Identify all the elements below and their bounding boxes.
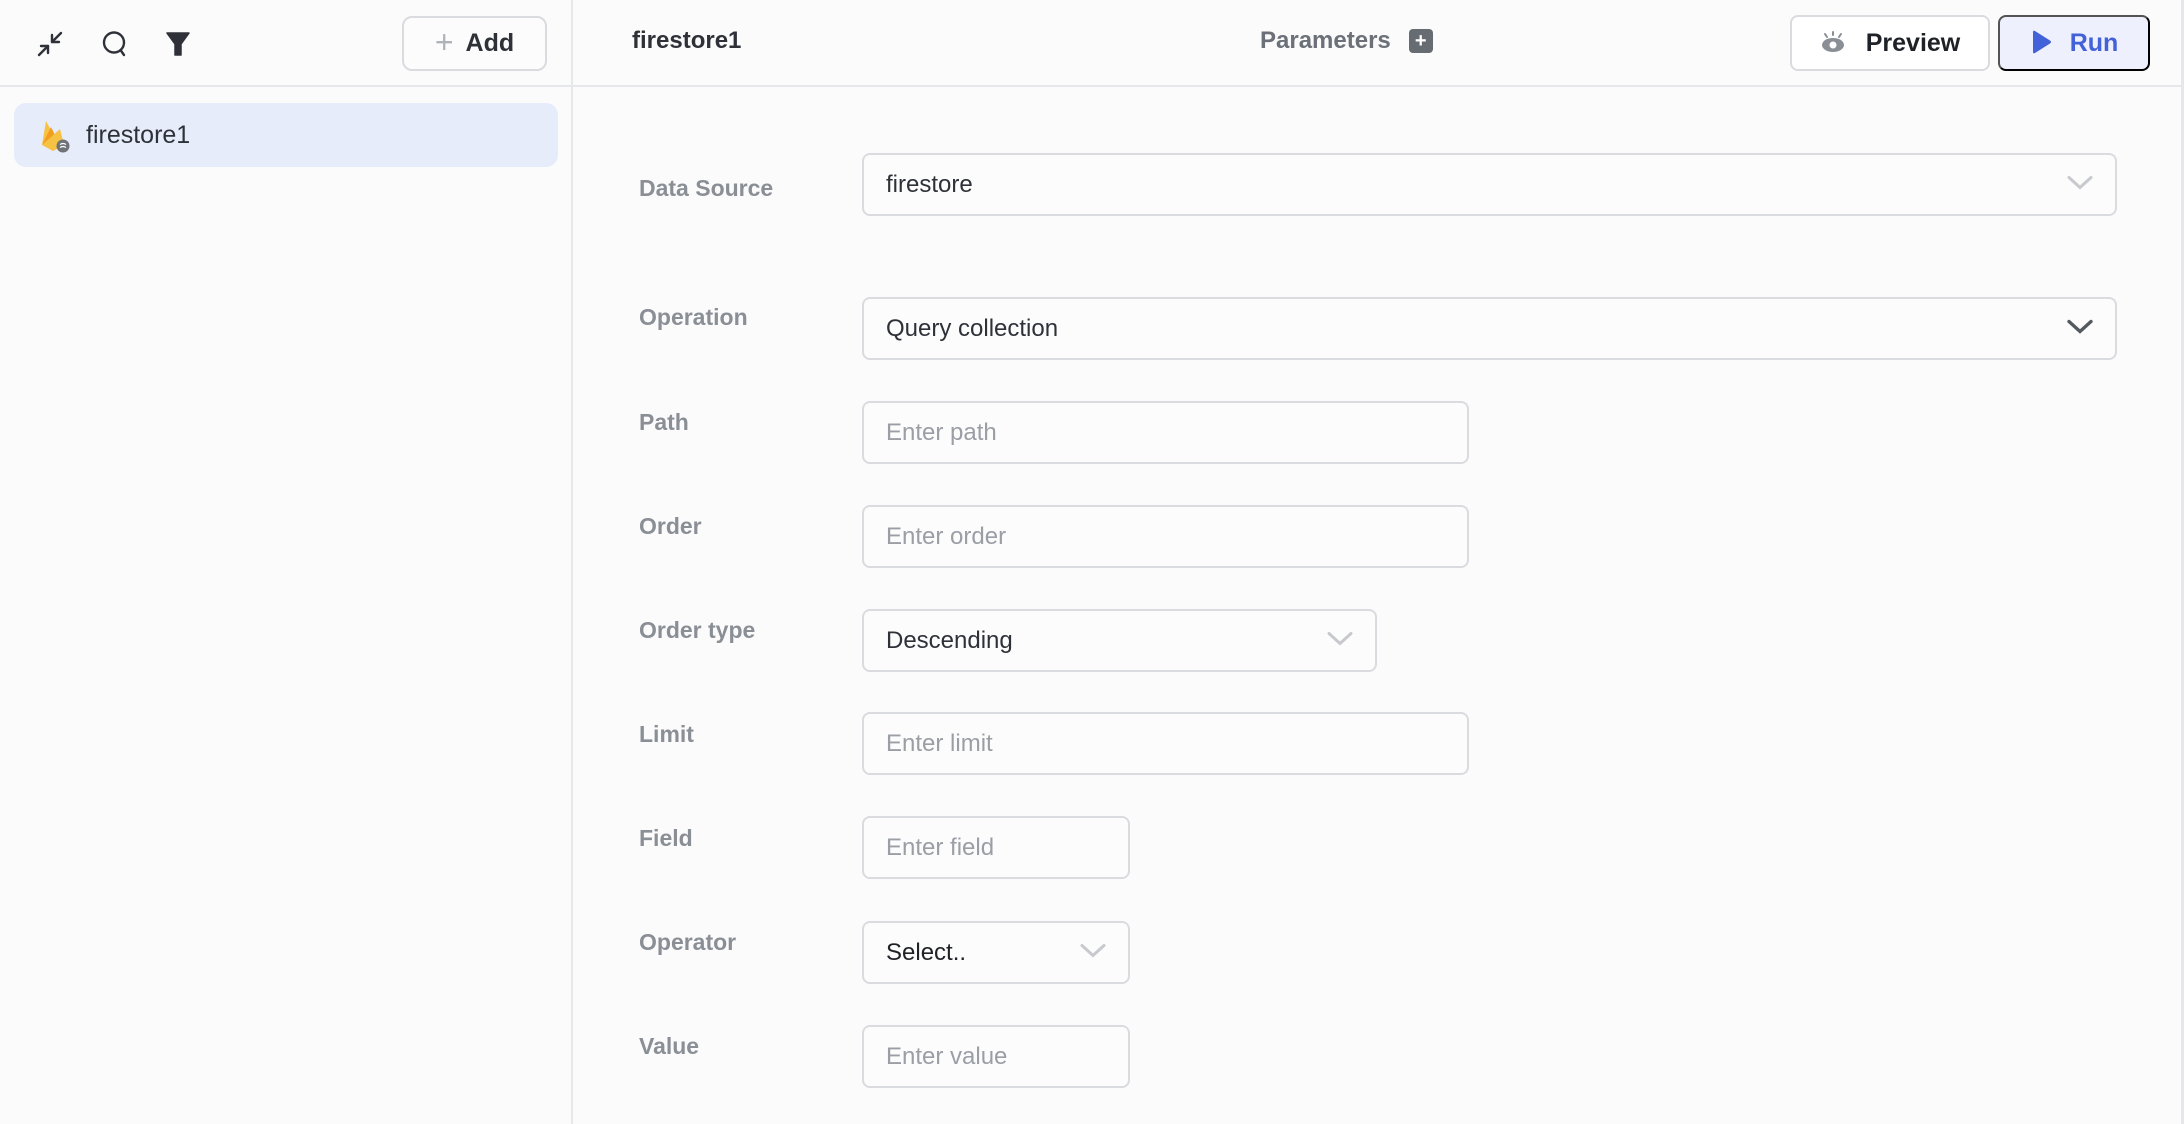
operator-value: Select.. — [886, 938, 967, 966]
run-button[interactable]: Run — [1998, 15, 2150, 71]
chevron-down-icon — [2067, 174, 2093, 195]
query-header: firestore1 Parameters + Preview Run — [573, 0, 2182, 87]
add-query-button[interactable]: + Add — [402, 16, 547, 71]
order-input[interactable] — [886, 507, 1467, 566]
path-field[interactable] — [862, 401, 1469, 464]
add-query-label: Add — [465, 29, 515, 57]
chevron-down-icon — [1327, 630, 1353, 651]
order-field[interactable] — [862, 505, 1469, 568]
order-label: Order — [639, 513, 702, 539]
value-input[interactable] — [886, 1027, 1128, 1086]
limit-label: Limit — [639, 721, 694, 747]
field-field[interactable] — [862, 816, 1130, 879]
value-field[interactable] — [862, 1025, 1130, 1088]
field-input[interactable] — [886, 818, 1128, 877]
filter-icon[interactable] — [162, 28, 194, 60]
firebase-icon — [40, 119, 70, 153]
limit-input[interactable] — [886, 714, 1467, 773]
sidebar-toolbar: + Add — [0, 0, 571, 87]
plus-icon: + — [434, 24, 454, 60]
sidebar-item-firestore1[interactable]: firestore1 — [14, 103, 558, 167]
operation-select[interactable]: Query collection — [862, 297, 2117, 360]
preview-button[interactable]: Preview — [1790, 15, 1990, 71]
value-label: Value — [639, 1033, 700, 1059]
path-label: Path — [639, 409, 689, 435]
search-icon[interactable] — [99, 28, 131, 60]
operation-label: Operation — [639, 304, 748, 330]
chevron-down-icon — [2067, 318, 2093, 339]
order-type-label: Order type — [639, 617, 756, 643]
operator-select[interactable]: Select.. — [862, 921, 1130, 984]
sidebar-item-label: firestore1 — [86, 120, 191, 149]
eye-icon — [1820, 30, 1846, 57]
data-source-label: Data Source — [639, 175, 774, 201]
operation-value: Query collection — [886, 314, 1059, 342]
query-editor: + Add firestore1 firestore1 Parameters + — [0, 0, 2184, 1124]
add-parameter-button[interactable]: + — [1408, 29, 1433, 53]
path-input[interactable] — [886, 403, 1467, 462]
parameters-section: Parameters + — [1260, 27, 1433, 55]
parameters-label: Parameters — [1260, 27, 1391, 54]
collapse-arrows-icon[interactable] — [34, 28, 66, 60]
order-type-select[interactable]: Descending — [862, 609, 1377, 672]
operator-label: Operator — [639, 929, 737, 955]
query-name[interactable]: firestore1 — [632, 27, 741, 55]
field-label: Field — [639, 825, 693, 851]
preview-label: Preview — [1865, 28, 1961, 57]
chevron-down-icon — [1080, 942, 1106, 963]
play-icon — [2030, 29, 2052, 58]
query-sidebar: + Add firestore1 — [0, 0, 573, 1124]
order-type-value: Descending — [886, 626, 1013, 654]
data-source-select[interactable]: firestore — [862, 153, 2117, 216]
limit-field[interactable] — [862, 712, 1469, 775]
run-label: Run — [2069, 28, 2119, 57]
data-source-value: firestore — [886, 170, 973, 198]
